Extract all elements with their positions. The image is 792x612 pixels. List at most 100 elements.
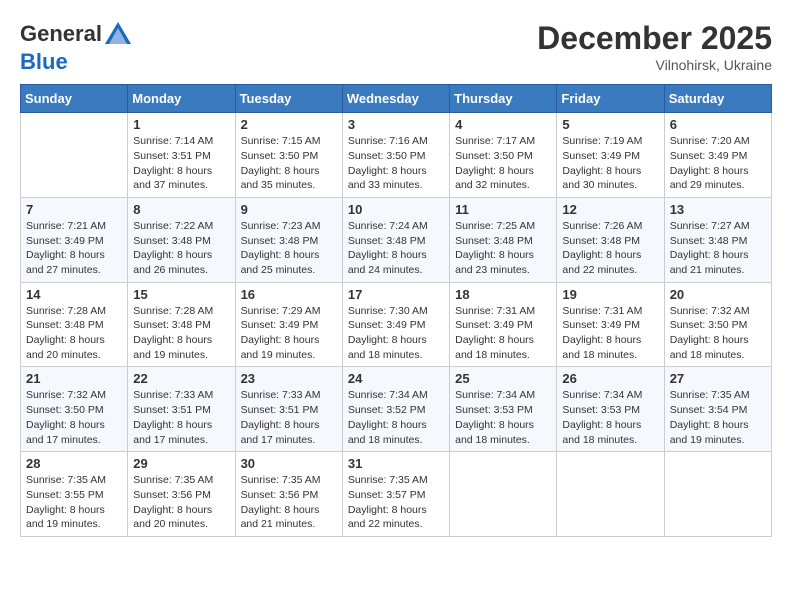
weekday-header-wednesday: Wednesday [342, 85, 449, 113]
day-number: 4 [455, 117, 551, 132]
weekday-header-thursday: Thursday [450, 85, 557, 113]
day-number: 1 [133, 117, 229, 132]
weekday-header-tuesday: Tuesday [235, 85, 342, 113]
day-number: 24 [348, 371, 444, 386]
cell-info: Sunrise: 7:26 AMSunset: 3:48 PMDaylight:… [562, 219, 658, 278]
day-number: 19 [562, 287, 658, 302]
day-number: 27 [670, 371, 766, 386]
day-cell: 23 Sunrise: 7:33 AMSunset: 3:51 PMDayligh… [235, 367, 342, 452]
logo-blue-text: Blue [20, 50, 134, 74]
day-number: 31 [348, 456, 444, 471]
cell-info: Sunrise: 7:32 AMSunset: 3:50 PMDaylight:… [670, 304, 766, 363]
week-row-5: 28 Sunrise: 7:35 AMSunset: 3:55 PMDayligh… [21, 452, 772, 537]
day-number: 29 [133, 456, 229, 471]
week-row-2: 7 Sunrise: 7:21 AMSunset: 3:49 PMDaylight… [21, 197, 772, 282]
calendar-table: SundayMondayTuesdayWednesdayThursdayFrid… [20, 84, 772, 537]
cell-info: Sunrise: 7:28 AMSunset: 3:48 PMDaylight:… [26, 304, 122, 363]
cell-info: Sunrise: 7:34 AMSunset: 3:53 PMDaylight:… [455, 388, 551, 447]
day-number: 2 [241, 117, 337, 132]
day-cell: 13 Sunrise: 7:27 AMSunset: 3:48 PMDayligh… [664, 197, 771, 282]
day-number: 13 [670, 202, 766, 217]
day-cell: 6Sunrise: 7:20 AMSunset: 3:49 PMDaylight… [664, 113, 771, 198]
day-cell: 29Sunrise: 7:35 AMSunset: 3:56 PMDayligh… [128, 452, 235, 537]
cell-info: Sunrise: 7:30 AMSunset: 3:49 PMDaylight:… [348, 304, 444, 363]
day-cell: 28 Sunrise: 7:35 AMSunset: 3:55 PMDayligh… [21, 452, 128, 537]
day-cell [557, 452, 664, 537]
day-number: 18 [455, 287, 551, 302]
location: Vilnohirsk, Ukraine [537, 57, 772, 73]
day-cell [664, 452, 771, 537]
day-cell: 24Sunrise: 7:34 AMSunset: 3:52 PMDayligh… [342, 367, 449, 452]
cell-info: Sunrise: 7:34 AMSunset: 3:53 PMDaylight:… [562, 388, 658, 447]
day-cell: 14 Sunrise: 7:28 AMSunset: 3:48 PMDayligh… [21, 282, 128, 367]
day-number: 25 [455, 371, 551, 386]
cell-info: Sunrise: 7:17 AMSunset: 3:50 PMDaylight:… [455, 134, 551, 193]
day-number: 20 [670, 287, 766, 302]
weekday-header-sunday: Sunday [21, 85, 128, 113]
week-row-1: 1Sunrise: 7:14 AMSunset: 3:51 PMDaylight… [21, 113, 772, 198]
day-number: 8 [133, 202, 229, 217]
day-cell: 22 Sunrise: 7:33 AMSunset: 3:51 PMDayligh… [128, 367, 235, 452]
day-cell: 11 Sunrise: 7:25 AMSunset: 3:48 PMDayligh… [450, 197, 557, 282]
cell-info: Sunrise: 7:22 AMSunset: 3:48 PMDaylight:… [133, 219, 229, 278]
month-year: December 2025 [537, 20, 772, 57]
day-cell: 2 Sunrise: 7:15 AMSunset: 3:50 PMDaylight… [235, 113, 342, 198]
day-cell: 26 Sunrise: 7:34 AMSunset: 3:53 PMDayligh… [557, 367, 664, 452]
day-number: 11 [455, 202, 551, 217]
day-cell: 17Sunrise: 7:30 AMSunset: 3:49 PMDayligh… [342, 282, 449, 367]
cell-info: Sunrise: 7:35 AMSunset: 3:55 PMDaylight:… [26, 473, 122, 532]
day-cell: 9 Sunrise: 7:23 AMSunset: 3:48 PMDaylight… [235, 197, 342, 282]
logo-text: General [20, 20, 134, 50]
cell-info: Sunrise: 7:25 AMSunset: 3:48 PMDaylight:… [455, 219, 551, 278]
weekday-header-friday: Friday [557, 85, 664, 113]
week-row-3: 14 Sunrise: 7:28 AMSunset: 3:48 PMDayligh… [21, 282, 772, 367]
day-cell: 30Sunrise: 7:35 AMSunset: 3:56 PMDayligh… [235, 452, 342, 537]
day-number: 16 [241, 287, 337, 302]
cell-info: Sunrise: 7:27 AMSunset: 3:48 PMDaylight:… [670, 219, 766, 278]
cell-info: Sunrise: 7:28 AMSunset: 3:48 PMDaylight:… [133, 304, 229, 363]
day-cell: 21Sunrise: 7:32 AMSunset: 3:50 PMDayligh… [21, 367, 128, 452]
cell-info: Sunrise: 7:21 AMSunset: 3:49 PMDaylight:… [26, 219, 122, 278]
day-number: 3 [348, 117, 444, 132]
logo-general: General [20, 21, 102, 46]
day-cell [450, 452, 557, 537]
cell-info: Sunrise: 7:35 AMSunset: 3:54 PMDaylight:… [670, 388, 766, 447]
day-number: 14 [26, 287, 122, 302]
cell-info: Sunrise: 7:24 AMSunset: 3:48 PMDaylight:… [348, 219, 444, 278]
day-cell: 12 Sunrise: 7:26 AMSunset: 3:48 PMDayligh… [557, 197, 664, 282]
day-number: 5 [562, 117, 658, 132]
day-cell: 1Sunrise: 7:14 AMSunset: 3:51 PMDaylight… [128, 113, 235, 198]
day-number: 7 [26, 202, 122, 217]
day-cell [21, 113, 128, 198]
title-block: December 2025 Vilnohirsk, Ukraine [537, 20, 772, 73]
cell-info: Sunrise: 7:16 AMSunset: 3:50 PMDaylight:… [348, 134, 444, 193]
day-number: 23 [241, 371, 337, 386]
day-cell: 3 Sunrise: 7:16 AMSunset: 3:50 PMDaylight… [342, 113, 449, 198]
weekday-header-saturday: Saturday [664, 85, 771, 113]
cell-info: Sunrise: 7:29 AMSunset: 3:49 PMDaylight:… [241, 304, 337, 363]
day-cell: 19Sunrise: 7:31 AMSunset: 3:49 PMDayligh… [557, 282, 664, 367]
weekday-header-monday: Monday [128, 85, 235, 113]
day-cell: 15 Sunrise: 7:28 AMSunset: 3:48 PMDayligh… [128, 282, 235, 367]
cell-info: Sunrise: 7:33 AMSunset: 3:51 PMDaylight:… [133, 388, 229, 447]
day-cell: 31Sunrise: 7:35 AMSunset: 3:57 PMDayligh… [342, 452, 449, 537]
day-cell: 27 Sunrise: 7:35 AMSunset: 3:54 PMDayligh… [664, 367, 771, 452]
cell-info: Sunrise: 7:32 AMSunset: 3:50 PMDaylight:… [26, 388, 122, 447]
day-number: 12 [562, 202, 658, 217]
day-number: 22 [133, 371, 229, 386]
day-number: 28 [26, 456, 122, 471]
day-number: 26 [562, 371, 658, 386]
day-cell: 16 Sunrise: 7:29 AMSunset: 3:49 PMDayligh… [235, 282, 342, 367]
cell-info: Sunrise: 7:15 AMSunset: 3:50 PMDaylight:… [241, 134, 337, 193]
day-cell: 8 Sunrise: 7:22 AMSunset: 3:48 PMDaylight… [128, 197, 235, 282]
cell-info: Sunrise: 7:33 AMSunset: 3:51 PMDaylight:… [241, 388, 337, 447]
cell-info: Sunrise: 7:23 AMSunset: 3:48 PMDaylight:… [241, 219, 337, 278]
cell-info: Sunrise: 7:19 AMSunset: 3:49 PMDaylight:… [562, 134, 658, 193]
day-number: 10 [348, 202, 444, 217]
day-number: 9 [241, 202, 337, 217]
day-cell: 5 Sunrise: 7:19 AMSunset: 3:49 PMDaylight… [557, 113, 664, 198]
page-header: General Blue December 2025 Vilnohirsk, U… [20, 20, 772, 74]
cell-info: Sunrise: 7:20 AMSunset: 3:49 PMDaylight:… [670, 134, 766, 193]
day-cell: 4 Sunrise: 7:17 AMSunset: 3:50 PMDaylight… [450, 113, 557, 198]
day-number: 15 [133, 287, 229, 302]
